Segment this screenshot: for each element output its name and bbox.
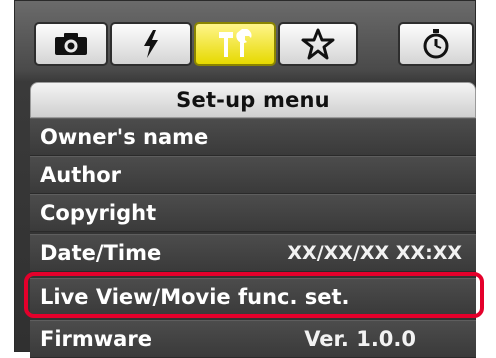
menu-title: Set-up menu	[30, 82, 476, 118]
app-window: Set-up menu Owner's name Author Copyrigh…	[0, 0, 496, 358]
menu-item-label: Date/Time	[40, 241, 162, 265]
menu-item-author[interactable]: Author	[30, 156, 476, 194]
tools-icon	[215, 29, 255, 59]
tab-bar	[14, 10, 476, 70]
stopwatch-icon	[421, 28, 451, 60]
camera-icon	[53, 31, 89, 57]
menu-item-date-time[interactable]: Date/Time XX/XX/XX XX:XX	[30, 234, 476, 272]
firmware-version-value: Ver. 1.0.0	[304, 327, 416, 351]
menu-item-owners-name[interactable]: Owner's name	[30, 118, 476, 156]
menu-item-label: Copyright	[40, 201, 157, 225]
menu-item-firmware[interactable]: Firmware Ver. 1.0.0	[30, 320, 476, 358]
menu-item-copyright[interactable]: Copyright	[30, 194, 476, 232]
menu-item-label: Author	[40, 163, 121, 187]
menu-item-label: Owner's name	[40, 125, 209, 149]
setup-menu: Set-up menu Owner's name Author Copyrigh…	[30, 82, 482, 358]
tab-my-menu[interactable]	[278, 22, 358, 66]
tab-shooting[interactable]	[34, 22, 108, 66]
flash-icon	[141, 29, 161, 59]
tab-flash[interactable]	[110, 22, 192, 66]
tab-setup[interactable]	[194, 22, 276, 66]
star-icon	[301, 28, 335, 60]
menu-item-live-view-movie[interactable]: Live View/Movie func. set.	[30, 278, 476, 316]
menu-item-label: Live View/Movie func. set.	[40, 285, 350, 309]
tab-timer[interactable]	[398, 22, 474, 66]
date-time-value: XX/XX/XX XX:XX	[287, 242, 462, 264]
menu-item-label: Firmware	[40, 327, 152, 351]
